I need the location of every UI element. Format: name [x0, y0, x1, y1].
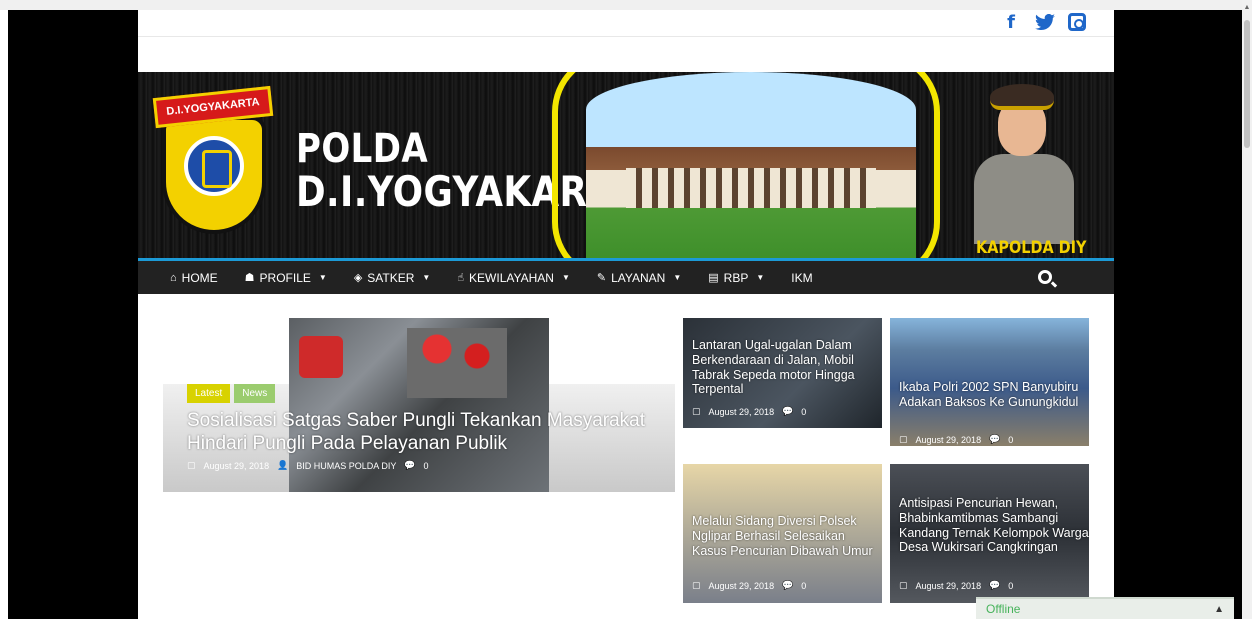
- edit-icon: ✎: [596, 272, 607, 284]
- scroll-up-arrow-icon[interactable]: ▲: [1243, 4, 1251, 12]
- chevron-down-icon: ▼: [756, 273, 765, 282]
- badge-shield: [162, 116, 266, 234]
- social-links: f: [1000, 12, 1086, 33]
- instagram-icon[interactable]: [1068, 13, 1086, 31]
- nav-label: IKM: [791, 270, 813, 285]
- news-card[interactable]: Antisipasi Pencurian Hewan, Bhabinkamtib…: [890, 464, 1089, 603]
- calendar-icon: ▢: [692, 406, 701, 416]
- banner-arc-right: [880, 72, 940, 260]
- nav-label: RBP: [723, 270, 749, 285]
- nav-item-ikm[interactable]: IKM: [791, 271, 812, 285]
- news-card[interactable]: Melalui Sidang Diversi Polsek Nglipar Be…: [683, 464, 882, 603]
- facebook-icon[interactable]: f: [1000, 12, 1022, 33]
- comment-count[interactable]: 0: [424, 461, 429, 471]
- comment-count[interactable]: 0: [801, 407, 806, 417]
- user-icon: 👤: [277, 460, 289, 470]
- card-date: August 29, 2018: [708, 406, 775, 417]
- card-title[interactable]: Antisipasi Pencurian Hewan, Bhabinkamtib…: [899, 496, 1089, 555]
- calendar-icon: ▢: [187, 460, 196, 470]
- chevron-down-icon: ▼: [561, 273, 570, 282]
- featured-meta: ▢ August 29, 2018 👤 BID HUMAS POLDA DIY …: [187, 460, 429, 471]
- comment-icon: 💬: [782, 580, 794, 590]
- card-title[interactable]: Ikaba Polri 2002 SPN Banyubiru Adakan Ba…: [899, 380, 1089, 410]
- featured-title[interactable]: Sosialisasi Satgas Saber Pungli Tekankan…: [187, 410, 667, 456]
- chevron-down-icon: ▼: [673, 273, 682, 282]
- header-divider: [138, 36, 1114, 37]
- officer-body: [974, 154, 1074, 244]
- headquarters-photo: [586, 72, 916, 260]
- chevron-down-icon: ▼: [422, 273, 431, 282]
- card-title[interactable]: Lantaran Ugal-ugalan Dalam Berkendaraan …: [692, 338, 877, 397]
- officer-caption: KAPOLDA DIY: [976, 238, 1087, 258]
- comment-icon: 💬: [404, 460, 416, 470]
- featured-article[interactable]: Latest News Sosialisasi Satgas Saber Pun…: [163, 318, 675, 492]
- nav-item-kewilayahan[interactable]: ☝ KEWILAYAHAN ▼: [457, 271, 570, 285]
- main-navbar: ⌂ HOME ☗ PROFILE ▼ ◈ SATKER ▼ ☝ KEWILAYA…: [138, 258, 1114, 294]
- calendar-icon: ▢: [692, 580, 701, 590]
- card-title[interactable]: Melalui Sidang Diversi Polsek Nglipar Be…: [692, 514, 877, 558]
- twitter-icon[interactable]: [1034, 12, 1056, 32]
- comment-icon: 💬: [782, 406, 794, 416]
- nav-item-home[interactable]: ⌂ HOME: [170, 271, 218, 285]
- comment-icon: 💬: [989, 580, 1001, 590]
- nav-items: ⌂ HOME ☗ PROFILE ▼ ◈ SATKER ▼ ☝ KEWILAYA…: [138, 271, 840, 285]
- calendar-icon: ▢: [899, 434, 908, 444]
- comment-count[interactable]: 0: [1008, 435, 1013, 445]
- scrollbar-thumb[interactable]: [1244, 20, 1250, 148]
- card-meta: ▢ August 29, 2018 💬 0: [899, 580, 1013, 591]
- chat-status: Offline: [986, 602, 1021, 616]
- comment-icon: 💬: [989, 434, 1001, 444]
- thumbs-up-icon: ☝: [457, 272, 465, 284]
- left-black-margin: [8, 10, 138, 619]
- card-date: August 29, 2018: [915, 434, 982, 445]
- nav-item-rbp[interactable]: ▤ RBP ▼: [708, 271, 764, 285]
- article-date: August 29, 2018: [203, 460, 270, 471]
- chevron-up-icon[interactable]: ▲: [1214, 604, 1224, 615]
- nav-item-profile[interactable]: ☗ PROFILE ▼: [245, 271, 327, 285]
- nav-label: HOME: [181, 270, 218, 285]
- browser-top-strip: [0, 0, 1252, 10]
- nav-label: PROFILE: [259, 270, 311, 285]
- chat-widget[interactable]: Offline ▲: [976, 597, 1234, 619]
- nav-label: KEWILAYAHAN: [469, 270, 554, 285]
- tag-latest[interactable]: Latest: [187, 384, 231, 403]
- book-icon: ▤: [708, 272, 719, 284]
- article-author[interactable]: BID HUMAS POLDA DIY: [296, 461, 396, 471]
- badge-emblem: [184, 136, 244, 196]
- site-banner[interactable]: D.I.YOGYAKARTA POLDA D.I.YOGYAKARTA KAPO…: [138, 72, 1114, 260]
- shield-icon: ◈: [353, 272, 363, 284]
- featured-tags: Latest News: [187, 384, 276, 403]
- officer-cap: [990, 84, 1054, 110]
- nav-item-satker[interactable]: ◈ SATKER ▼: [354, 271, 431, 285]
- card-meta: ▢ August 29, 2018 💬 0: [692, 406, 806, 417]
- news-card[interactable]: Lantaran Ugal-ugalan Dalam Berkendaraan …: [683, 318, 882, 428]
- card-date: August 29, 2018: [708, 580, 775, 591]
- right-black-margin: [1114, 10, 1242, 619]
- tag-news[interactable]: News: [234, 384, 276, 403]
- nav-label: SATKER: [367, 270, 415, 285]
- card-meta: ▢ August 29, 2018 💬 0: [899, 434, 1013, 445]
- card-date: August 29, 2018: [915, 580, 982, 591]
- officer-portrait: [968, 80, 1078, 244]
- polda-badge-logo: D.I.YOGYAKARTA: [152, 85, 274, 234]
- card-meta: ▢ August 29, 2018 💬 0: [692, 580, 806, 591]
- home-icon: ⌂: [170, 271, 177, 284]
- nav-item-layanan[interactable]: ✎ LAYANAN ▼: [597, 271, 681, 285]
- calendar-icon: ▢: [899, 580, 908, 590]
- chevron-down-icon: ▼: [318, 273, 327, 282]
- search-icon[interactable]: [1038, 270, 1052, 284]
- sitemap-icon: ☗: [244, 272, 255, 284]
- comment-count[interactable]: 0: [1008, 581, 1013, 591]
- comment-count[interactable]: 0: [801, 581, 806, 591]
- nav-label: LAYANAN: [611, 270, 666, 285]
- news-card[interactable]: Ikaba Polri 2002 SPN Banyubiru Adakan Ba…: [890, 318, 1089, 446]
